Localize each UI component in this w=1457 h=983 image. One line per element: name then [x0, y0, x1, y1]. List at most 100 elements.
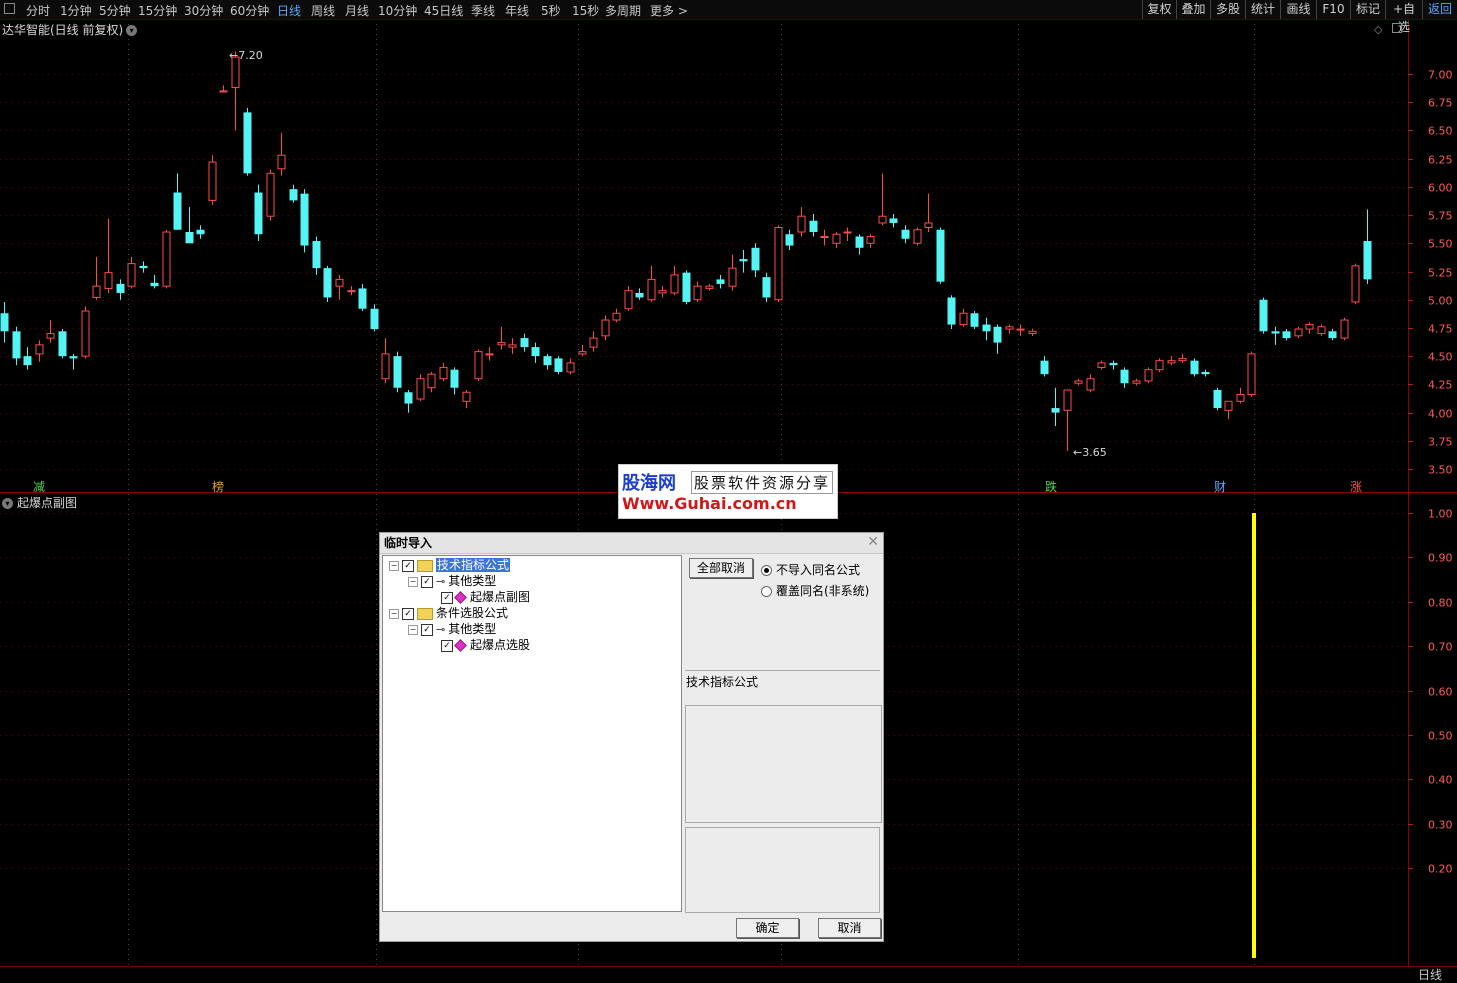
- fuquan-button[interactable]: 复权: [1142, 0, 1176, 19]
- event-marker-ranking[interactable]: 榜: [212, 478, 224, 495]
- collapse-icon[interactable]: −: [408, 576, 418, 587]
- candle-body: [1351, 265, 1360, 303]
- checkbox[interactable]: ✓: [441, 591, 453, 604]
- period-60min[interactable]: 60分钟: [230, 2, 269, 19]
- period-5sec[interactable]: 5秒: [541, 2, 561, 19]
- radio-overwrite-same-name[interactable]: 覆盖同名(非系统): [761, 582, 869, 599]
- candle-body: [832, 233, 841, 244]
- tree-node-other-type[interactable]: − ✓ ⊸ 其他类型: [408, 574, 496, 589]
- checkbox[interactable]: ✓: [421, 623, 433, 636]
- period-more[interactable]: 更多 >: [650, 2, 688, 19]
- event-marker-finance[interactable]: 财: [1214, 478, 1226, 495]
- candle-body: [1074, 380, 1083, 384]
- draw-line-button[interactable]: 画线: [1280, 0, 1316, 19]
- close-icon[interactable]: ✕: [867, 534, 879, 550]
- mark-button[interactable]: 标记: [1350, 0, 1385, 19]
- candle-body: [1120, 369, 1129, 384]
- candle-body: [139, 265, 148, 269]
- chevron-down-icon[interactable]: ▾: [126, 25, 138, 36]
- candle-body: [1097, 362, 1106, 368]
- tree-node-stock-selection[interactable]: − ✓ 条件选股公式: [389, 606, 508, 621]
- candle-body: [670, 274, 679, 294]
- f10-button[interactable]: F10: [1316, 0, 1350, 19]
- radio-dot[interactable]: [761, 586, 772, 597]
- period-monthly[interactable]: 月线: [345, 2, 369, 19]
- period-5min[interactable]: 5分钟: [99, 2, 131, 19]
- back-button[interactable]: 返回: [1422, 0, 1457, 19]
- candle-body: [855, 236, 864, 248]
- candle-body: [335, 278, 344, 287]
- y-tick-label: 6.25: [1428, 154, 1453, 167]
- tree-node-label: 条件选股公式: [436, 606, 509, 620]
- key-icon: ⊸: [436, 575, 446, 588]
- candle-body: [450, 369, 459, 388]
- collapse-icon[interactable]: −: [389, 560, 399, 571]
- candle-body: [1340, 319, 1349, 339]
- maximize-icon[interactable]: [1392, 23, 1402, 33]
- diamond-icon[interactable]: ◇: [1374, 23, 1382, 36]
- candle-body: [578, 351, 587, 355]
- tree-node-formula-subchart[interactable]: ✓ 起爆点副图: [441, 590, 530, 605]
- period-daily[interactable]: 日线: [277, 2, 301, 19]
- period-weekly[interactable]: 周线: [311, 2, 335, 19]
- candle-body: [254, 192, 263, 235]
- chevron-down-icon[interactable]: ▾: [2, 498, 13, 509]
- collapse-icon[interactable]: −: [389, 608, 399, 619]
- period-quarterly[interactable]: 季线: [471, 2, 495, 19]
- candle-body: [889, 218, 898, 223]
- period-15sec[interactable]: 15秒: [572, 2, 599, 19]
- candle-body: [358, 288, 367, 309]
- candle-body: [658, 290, 667, 294]
- tree-node-other-type[interactable]: − ✓ ⊸ 其他类型: [408, 622, 496, 637]
- candle-body: [289, 189, 298, 201]
- period-1min[interactable]: 1分钟: [60, 2, 92, 19]
- candle-body: [1213, 390, 1222, 409]
- window-menu-icon[interactable]: [4, 3, 15, 14]
- collapse-icon[interactable]: −: [408, 624, 418, 635]
- period-indicator-label: 日线: [1418, 968, 1443, 982]
- event-marker-rise[interactable]: 涨: [1350, 478, 1362, 495]
- candle-body: [785, 234, 794, 246]
- period-fenshi[interactable]: 分时: [26, 2, 50, 19]
- candle-body: [1236, 394, 1245, 402]
- candle-body: [12, 331, 21, 359]
- candle-body: [554, 358, 563, 372]
- statistics-button[interactable]: 统计: [1245, 0, 1280, 19]
- checkbox[interactable]: ✓: [402, 559, 414, 572]
- period-yearly[interactable]: 年线: [505, 2, 529, 19]
- period-45day[interactable]: 45日线: [424, 2, 463, 19]
- checkbox[interactable]: ✓: [441, 639, 453, 652]
- cancel-button[interactable]: 取消: [818, 918, 881, 938]
- period-30min[interactable]: 30分钟: [184, 2, 223, 19]
- candle-body: [1132, 380, 1141, 384]
- candle-body: [520, 338, 529, 348]
- tree-node-tech-indicator[interactable]: − ✓ 技术指标公式: [389, 558, 511, 573]
- radio-dot[interactable]: [761, 565, 772, 576]
- candle-body: [762, 277, 771, 298]
- y-tick-label: 4.50: [1428, 351, 1453, 364]
- event-marker-fall[interactable]: 跌: [1045, 478, 1057, 495]
- tree-node-label: 起爆点副图: [470, 590, 531, 604]
- tree-node-label: 起爆点选股: [470, 638, 531, 652]
- checkbox[interactable]: ✓: [421, 575, 433, 588]
- candle-body: [913, 229, 922, 244]
- tree-node-formula-selection[interactable]: ✓ 起爆点选股: [441, 638, 530, 653]
- folder-icon: [417, 559, 433, 572]
- candle-body: [1016, 328, 1025, 331]
- cancel-all-button[interactable]: 全部取消: [689, 558, 753, 578]
- candle-body: [1317, 326, 1326, 335]
- ok-button[interactable]: 确定: [736, 918, 799, 938]
- period-multi[interactable]: 多周期: [605, 2, 641, 19]
- min-price-value: 3.65: [1082, 446, 1107, 459]
- candle-body: [81, 310, 90, 357]
- period-15min[interactable]: 15分钟: [138, 2, 177, 19]
- radio-skip-same-name[interactable]: 不导入同名公式: [761, 561, 860, 578]
- checkbox[interactable]: ✓: [402, 607, 414, 620]
- tree-node-label: 技术指标公式: [436, 558, 511, 572]
- overlay-button[interactable]: 叠加: [1176, 0, 1210, 19]
- add-watchlist-button[interactable]: +自选: [1385, 0, 1422, 34]
- event-marker-reduce[interactable]: 减: [33, 478, 45, 495]
- period-10min[interactable]: 10分钟: [378, 2, 417, 19]
- multi-stock-button[interactable]: 多股: [1210, 0, 1245, 19]
- y-tick-label: 4.75: [1428, 323, 1453, 336]
